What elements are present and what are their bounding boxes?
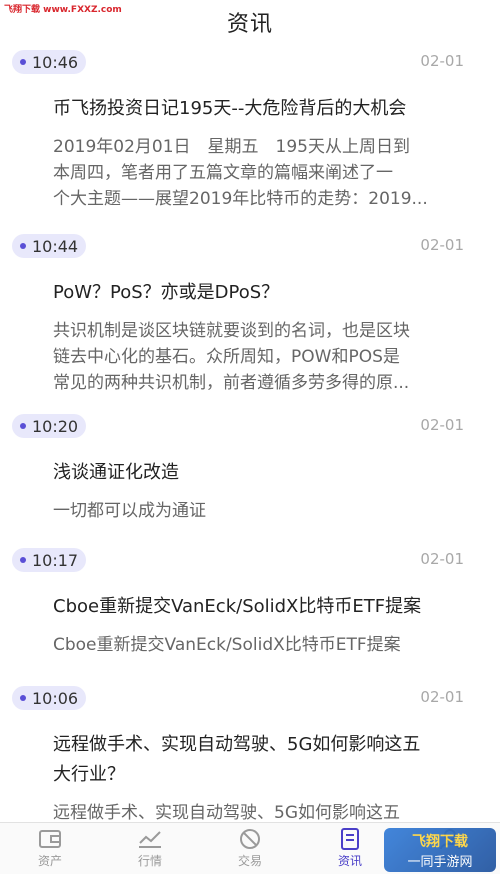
news-title[interactable]: 浅谈通证化改造 <box>53 458 482 488</box>
timeline-dot-icon <box>20 59 26 65</box>
news-item-header: 10:17 02-01 <box>12 542 482 578</box>
summary-line: 一切都可以成为通证 <box>53 501 206 521</box>
watermark-line2: 一同手游网 <box>407 854 473 870</box>
tab-label: 资讯 <box>337 854 362 868</box>
summary-line: 2019年02月01日 星期五 195天从上周日到 <box>53 137 410 157</box>
summary-line: 链去中心化的基石。众所周知，POW和POS是 <box>53 347 400 367</box>
time-pill: 10:06 <box>12 686 87 710</box>
title-line: 远程做手术、实现自动驾驶、5G如何影响这五 <box>53 734 421 755</box>
watermark-line1: 飞翔下载 <box>412 833 468 850</box>
news-time: 10:20 <box>32 416 79 436</box>
page-title: 资讯 <box>226 12 273 37</box>
news-date: 02-01 <box>420 52 464 70</box>
news-summary: 2019年02月01日 星期五 195天从上周日到 本周四，笔者用了五篇文章的篇… <box>53 134 482 212</box>
timeline-dot-icon <box>20 557 26 563</box>
title-line: 大行业？ <box>53 764 125 785</box>
timeline-dot-icon <box>20 423 26 429</box>
wallet-icon <box>38 828 62 850</box>
news-icon <box>338 828 362 850</box>
summary-line: 常见的两种共识机制，前者遵循多劳多得的原... <box>53 373 410 393</box>
news-summary: 共识机制是谈区块链就要谈到的名词，也是区块 链去中心化的基石。众所周知，POW和… <box>53 318 482 396</box>
news-item[interactable]: 10:46 02-01 币飞扬投资日记195天--大危险背后的大机会 2019年… <box>0 44 500 228</box>
timeline-dot-icon <box>20 695 26 701</box>
news-date: 02-01 <box>420 550 464 568</box>
tab-label: 资产 <box>37 854 62 868</box>
news-title[interactable]: PoW？PoS？亦或是DPoS？ <box>53 278 482 308</box>
tab-label: 行情 <box>137 854 162 868</box>
news-item[interactable]: 10:06 02-01 远程做手术、实现自动驾驶、5G如何影响这五 大行业？ 远… <box>0 680 500 822</box>
news-item[interactable]: 10:44 02-01 PoW？PoS？亦或是DPoS？ 共识机制是谈区块链就要… <box>0 228 500 408</box>
news-summary: 一切都可以成为通证 <box>53 498 482 524</box>
tab-label: 交易 <box>237 854 262 868</box>
news-time: 10:06 <box>32 688 79 708</box>
news-time: 10:17 <box>32 550 79 570</box>
news-item-header: 10:44 02-01 <box>12 228 482 264</box>
summary-line: 个大主题——展望2019年比特币的走势：2019... <box>53 189 428 209</box>
news-time: 10:46 <box>32 52 79 72</box>
watermark-top: 飞翔下载 www.FXXZ.com <box>4 5 122 15</box>
time-pill: 10:44 <box>12 234 87 258</box>
time-pill: 10:20 <box>12 414 87 438</box>
news-item-header: 10:46 02-01 <box>12 44 482 80</box>
summary-line: 本周四，笔者用了五篇文章的篇幅来阐述了一 <box>53 163 393 183</box>
summary-line: 共识机制是谈区块链就要谈到的名词，也是区块 <box>53 321 410 341</box>
timeline-dot-icon <box>20 243 26 249</box>
summary-line: 远程做手术、实现自动驾驶、5G如何影响这五 <box>53 803 400 822</box>
news-summary: 远程做手术、实现自动驾驶、5G如何影响这五 <box>53 800 482 822</box>
time-pill: 10:17 <box>12 548 87 572</box>
tab-trade[interactable]: 交易 <box>200 823 300 874</box>
news-item-header: 10:06 02-01 <box>12 680 482 716</box>
news-title[interactable]: 币飞扬投资日记195天--大危险背后的大机会 <box>53 94 482 124</box>
chart-icon <box>138 828 162 850</box>
news-item[interactable]: 10:17 02-01 Cboe重新提交VanEck/SolidX比特币ETF提… <box>0 542 500 680</box>
news-date: 02-01 <box>420 416 464 434</box>
news-feed[interactable]: 10:46 02-01 币飞扬投资日记195天--大危险背后的大机会 2019年… <box>0 44 500 822</box>
news-item-header: 10:20 02-01 <box>12 408 482 444</box>
summary-line: Cboe重新提交VanEck/SolidX比特币ETF提案 <box>53 635 401 655</box>
news-title[interactable]: Cboe重新提交VanEck/SolidX比特币ETF提案 <box>53 592 482 622</box>
news-item[interactable]: 10:20 02-01 浅谈通证化改造 一切都可以成为通证 <box>0 408 500 542</box>
time-pill: 10:46 <box>12 50 87 74</box>
news-time: 10:44 <box>32 236 79 256</box>
tab-assets[interactable]: 资产 <box>0 823 100 874</box>
news-title[interactable]: 远程做手术、实现自动驾驶、5G如何影响这五 大行业？ <box>53 730 482 790</box>
news-summary: Cboe重新提交VanEck/SolidX比特币ETF提案 <box>53 632 482 658</box>
watermark-logo: 飞翔下载 一同手游网 <box>384 828 496 872</box>
trade-icon <box>238 828 262 850</box>
news-date: 02-01 <box>420 236 464 254</box>
tab-market[interactable]: 行情 <box>100 823 200 874</box>
news-date: 02-01 <box>420 688 464 706</box>
